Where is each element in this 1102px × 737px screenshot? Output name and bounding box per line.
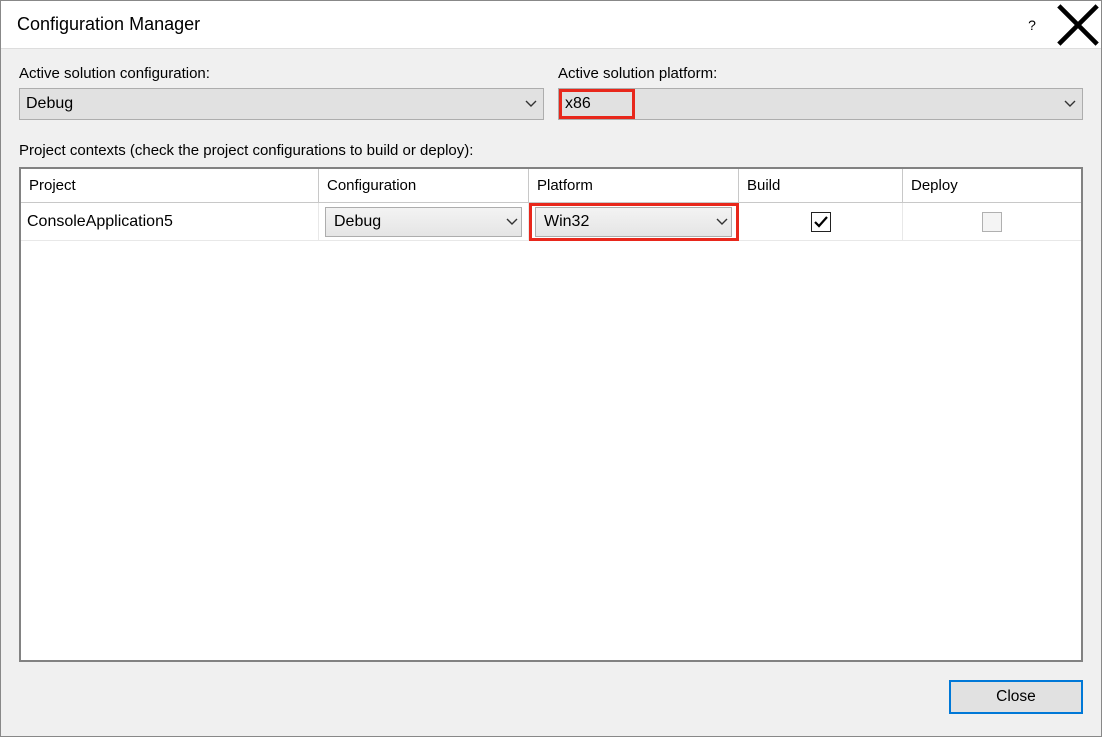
row-platform-value: Win32 — [544, 213, 711, 231]
chevron-down-icon — [1058, 89, 1082, 119]
build-checkbox[interactable] — [811, 212, 831, 232]
active-config-label: Active solution configuration: — [19, 65, 544, 82]
checkmark-icon — [813, 214, 829, 230]
row-platform-cell: Win32 — [529, 203, 739, 241]
table-row: ConsoleApplication5 Debug Win32 — [21, 203, 1081, 241]
help-button[interactable]: ? — [1009, 1, 1055, 49]
close-icon — [1055, 2, 1101, 48]
window-title: Configuration Manager — [17, 14, 1009, 35]
active-platform-dropdown[interactable]: x86 — [558, 88, 1083, 120]
close-button[interactable]: Close — [949, 680, 1083, 714]
solution-row: Active solution configuration: Debug Act… — [19, 65, 1083, 120]
grid-header: Project Configuration Platform Build Dep… — [21, 169, 1081, 203]
row-config-dropdown[interactable]: Debug — [325, 207, 522, 237]
project-contexts-label: Project contexts (check the project conf… — [19, 142, 1083, 159]
active-config-dropdown[interactable]: Debug — [19, 88, 544, 120]
row-platform-dropdown[interactable]: Win32 — [535, 207, 732, 237]
titlebar: Configuration Manager ? — [1, 1, 1101, 49]
col-header-build[interactable]: Build — [739, 169, 903, 203]
close-window-button[interactable] — [1055, 1, 1101, 49]
col-header-configuration[interactable]: Configuration — [319, 169, 529, 203]
active-platform-value: x86 — [565, 95, 1058, 113]
chevron-down-icon — [711, 208, 731, 236]
col-header-deploy[interactable]: Deploy — [903, 169, 1081, 203]
project-contexts-grid: Project Configuration Platform Build Dep… — [19, 167, 1083, 662]
deploy-checkbox — [982, 212, 1002, 232]
active-config-value: Debug — [26, 95, 519, 113]
row-deploy-cell — [903, 203, 1081, 241]
col-header-platform[interactable]: Platform — [529, 169, 739, 203]
col-header-project[interactable]: Project — [21, 169, 319, 203]
chevron-down-icon — [501, 208, 521, 236]
chevron-down-icon — [519, 89, 543, 119]
row-config-value: Debug — [334, 213, 501, 231]
project-name-cell: ConsoleApplication5 — [21, 203, 319, 241]
row-build-cell — [739, 203, 903, 241]
active-platform-label: Active solution platform: — [558, 65, 1083, 82]
dialog-footer: Close — [19, 676, 1083, 720]
row-config-cell: Debug — [319, 203, 529, 241]
dialog-content: Active solution configuration: Debug Act… — [1, 49, 1101, 736]
